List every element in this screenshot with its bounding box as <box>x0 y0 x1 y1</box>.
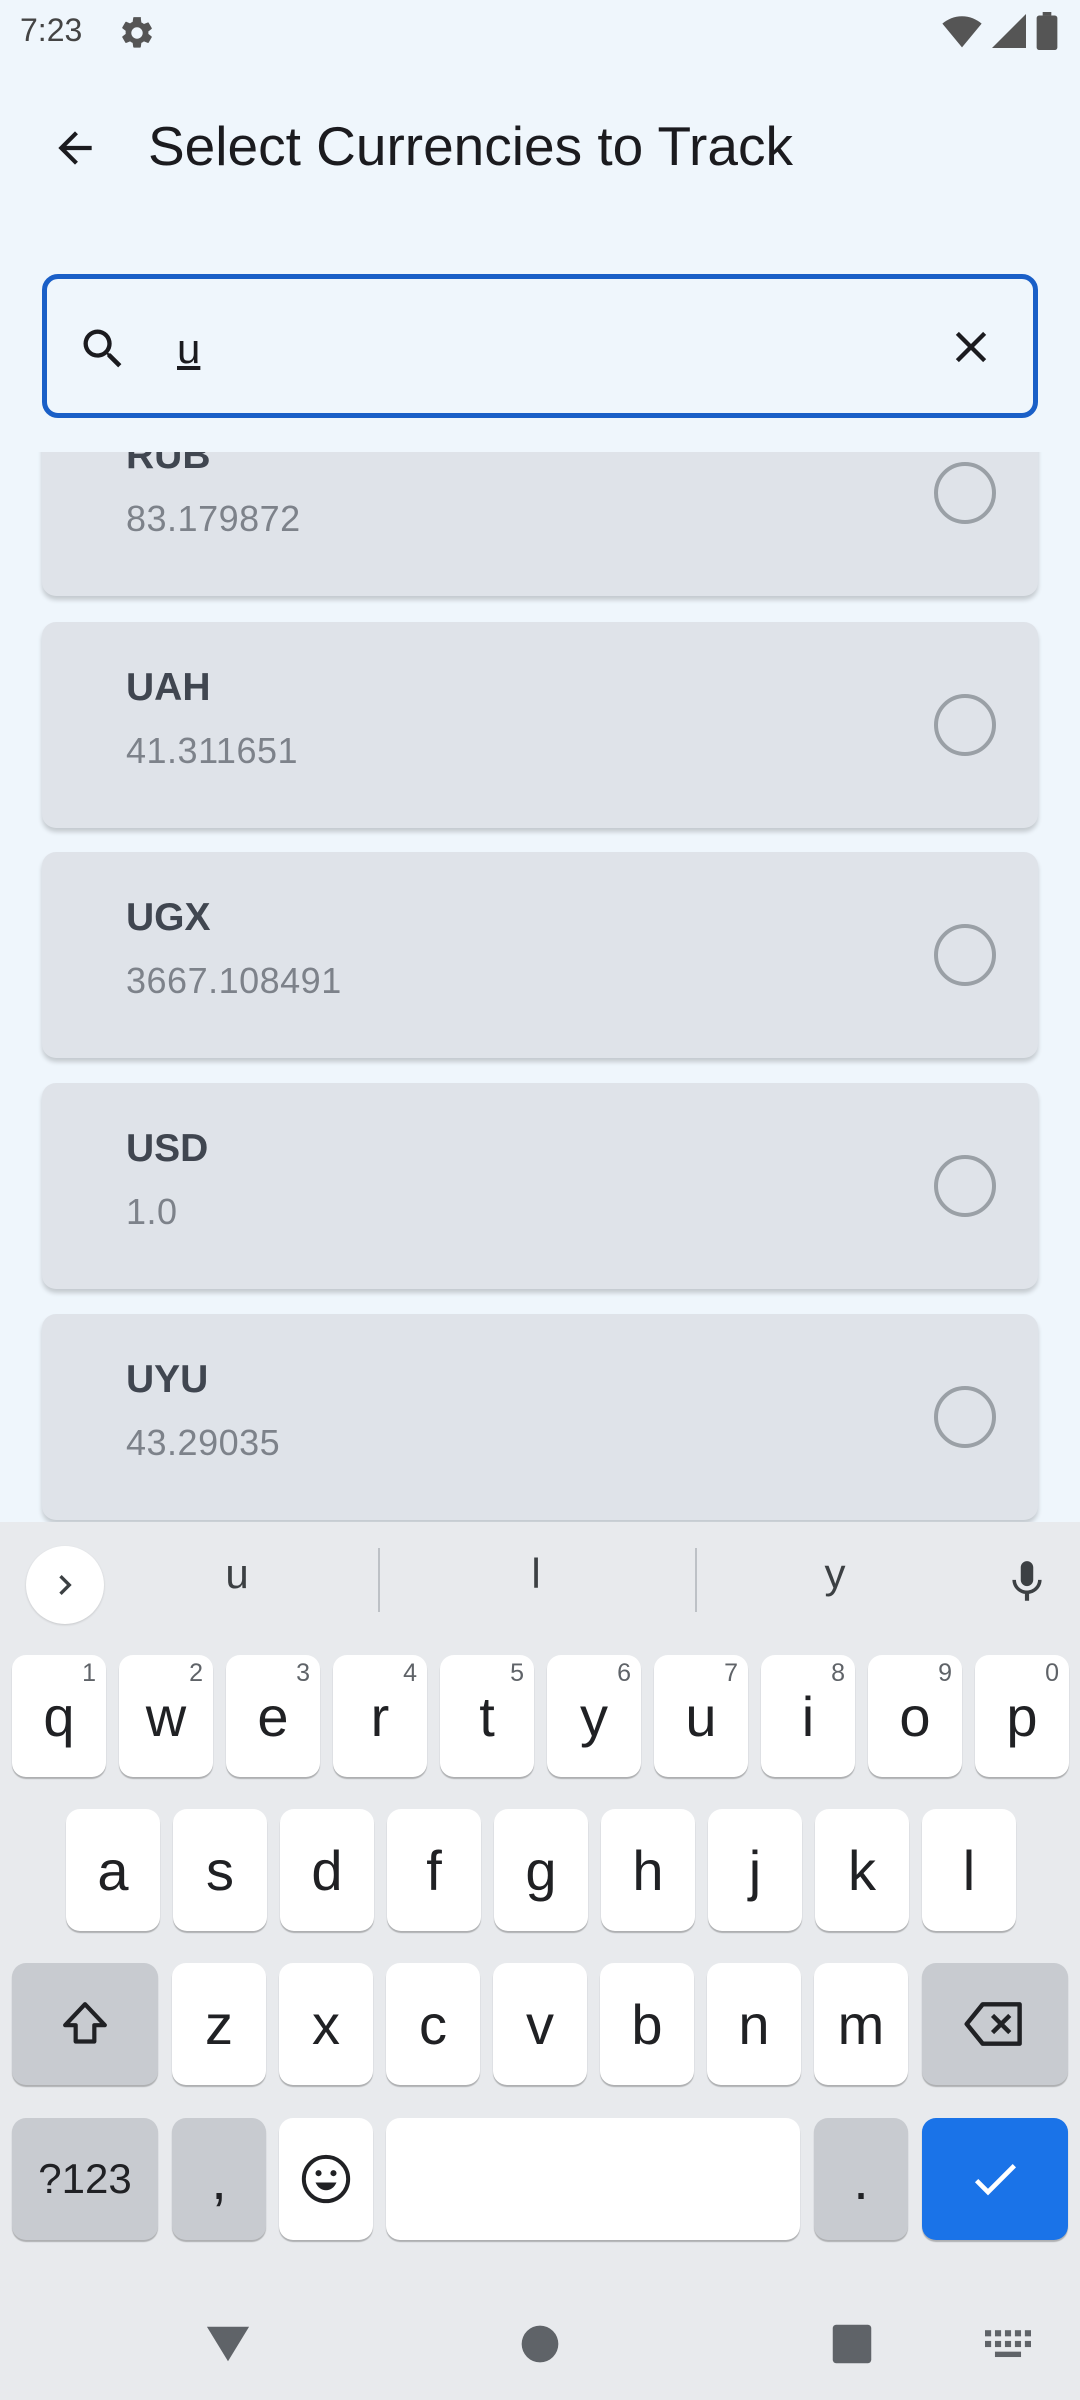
suggestion-strip: u l y <box>0 1522 1080 1646</box>
key-s[interactable]: s <box>173 1809 267 1931</box>
symbols-key[interactable]: ?123 <box>12 2118 158 2240</box>
toolbar-expand-button[interactable] <box>26 1546 104 1624</box>
select-radio[interactable] <box>934 462 996 524</box>
gear-icon <box>122 17 152 48</box>
done-key[interactable] <box>922 2118 1068 2240</box>
key-u[interactable]: u7 <box>654 1655 748 1777</box>
select-radio[interactable] <box>934 1386 996 1448</box>
currency-rate: 41.311651 <box>126 730 299 771</box>
key-w[interactable]: w2 <box>119 1655 213 1777</box>
select-radio[interactable] <box>934 924 996 986</box>
currency-rate: 3667.108491 <box>126 960 342 1001</box>
system-nav-bar <box>0 2280 1080 2400</box>
search-field[interactable] <box>42 274 1038 418</box>
key-r[interactable]: r4 <box>333 1655 427 1777</box>
suggestion-divider <box>695 1548 697 1612</box>
currency-item-rub[interactable]: RUB 83.179872 <box>42 452 1038 596</box>
currency-rate: 83.179872 <box>126 498 301 539</box>
currency-rate: 1.0 <box>126 1191 178 1232</box>
check-icon <box>974 2164 1016 2196</box>
signal-icon <box>992 14 1026 48</box>
key-l[interactable]: l <box>922 1809 1016 1931</box>
page-title: Select Currencies to Track <box>148 115 793 177</box>
currency-rate: 43.29035 <box>126 1422 281 1463</box>
circle-icon <box>521 2325 559 2363</box>
currency-item-ugx[interactable]: UGX 3667.108491 <box>42 852 1038 1058</box>
emoji-icon <box>301 2154 351 2204</box>
shift-icon <box>63 2002 107 2044</box>
back-button[interactable] <box>40 118 110 178</box>
chevron-right-icon <box>59 1575 72 1595</box>
arrow-left-icon <box>58 131 92 165</box>
key-q[interactable]: q1 <box>12 1655 106 1777</box>
key-t[interactable]: t5 <box>440 1655 534 1777</box>
close-icon <box>955 331 987 363</box>
suggestion-1[interactable]: u <box>137 1550 337 1598</box>
key-x[interactable]: x <box>279 1963 373 2085</box>
nav-back-button[interactable] <box>198 2314 258 2374</box>
triangle-down-icon <box>206 2326 250 2362</box>
backspace-key[interactable] <box>922 1963 1068 2085</box>
key-y[interactable]: y6 <box>547 1655 641 1777</box>
key-p[interactable]: p0 <box>975 1655 1069 1777</box>
keyboard-switch-button[interactable] <box>978 2314 1038 2374</box>
currency-item-uyu[interactable]: UYU 43.29035 <box>42 1314 1038 1520</box>
key-a[interactable]: a <box>66 1809 160 1931</box>
period-key[interactable]: . <box>814 2118 908 2240</box>
key-h[interactable]: h <box>601 1809 695 1931</box>
status-time: 7:23 <box>20 12 83 48</box>
search-icon <box>83 329 122 368</box>
nav-home-button[interactable] <box>510 2314 570 2374</box>
select-radio[interactable] <box>934 1155 996 1217</box>
key-f[interactable]: f <box>387 1809 481 1931</box>
keyboard-icon <box>985 2330 1031 2358</box>
key-c[interactable]: c <box>386 1963 480 2085</box>
key-j[interactable]: j <box>708 1809 802 1931</box>
suggestion-2[interactable]: l <box>436 1550 636 1598</box>
key-i[interactable]: i8 <box>761 1655 855 1777</box>
key-o[interactable]: o9 <box>868 1655 962 1777</box>
soft-keyboard: u l y q1 w2 e3 r4 t5 y6 u7 i8 o9 p0 a s … <box>0 1522 1080 2400</box>
currency-list[interactable]: RUB 83.179872 UAH 41.311651 UGX 3667.108… <box>0 452 1080 1522</box>
suggestion-3[interactable]: y <box>735 1550 935 1598</box>
status-icons <box>942 12 1058 50</box>
wifi-icon <box>942 16 982 48</box>
key-g[interactable]: g <box>494 1809 588 1931</box>
currency-code: UYU <box>126 1358 209 1401</box>
currency-code: UGX <box>126 896 211 939</box>
currency-item-usd[interactable]: USD 1.0 <box>42 1083 1038 1289</box>
key-n[interactable]: n <box>707 1963 801 2085</box>
key-m[interactable]: m <box>814 1963 908 2085</box>
status-bar: 7:23 <box>0 0 1080 64</box>
key-v[interactable]: v <box>493 1963 587 2085</box>
clear-search-button[interactable] <box>943 319 999 375</box>
app-bar: Select Currencies to Track <box>0 90 1080 202</box>
comma-key[interactable]: , <box>172 2118 266 2240</box>
microphone-icon[interactable] <box>1002 1552 1052 1612</box>
currency-code: RUB <box>126 452 211 477</box>
emoji-key[interactable] <box>279 2118 373 2240</box>
currency-code: UAH <box>126 666 211 709</box>
square-icon <box>832 2324 872 2364</box>
key-b[interactable]: b <box>600 1963 694 2085</box>
key-d[interactable]: d <box>280 1809 374 1931</box>
battery-icon <box>1036 12 1058 50</box>
key-e[interactable]: e3 <box>226 1655 320 1777</box>
space-key[interactable] <box>386 2118 800 2240</box>
suggestion-divider <box>378 1548 380 1612</box>
search-input[interactable] <box>177 309 937 389</box>
backspace-icon <box>964 2002 1022 2046</box>
key-z[interactable]: z <box>172 1963 266 2085</box>
select-radio[interactable] <box>934 694 996 756</box>
nav-recents-button[interactable] <box>822 2314 882 2374</box>
key-k[interactable]: k <box>815 1809 909 1931</box>
currency-code: USD <box>126 1127 209 1170</box>
currency-item-uah[interactable]: UAH 41.311651 <box>42 622 1038 828</box>
shift-key[interactable] <box>12 1963 158 2085</box>
